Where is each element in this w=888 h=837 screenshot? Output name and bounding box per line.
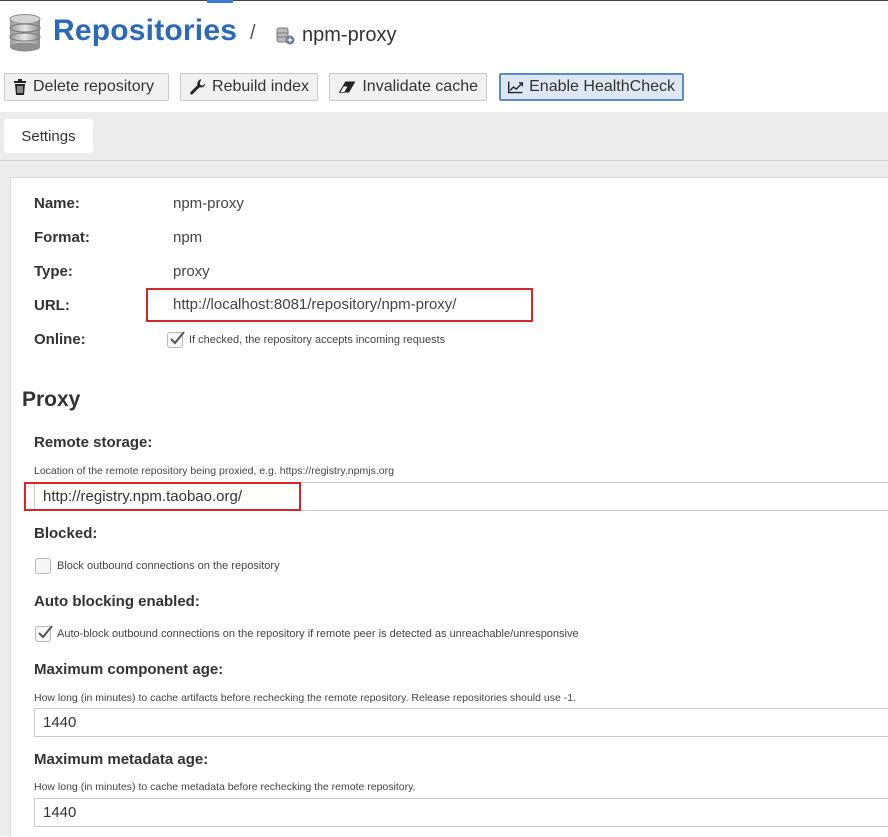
- type-label: Type:: [34, 263, 73, 280]
- checkmark-icon: [170, 331, 185, 345]
- invalidate-cache-button[interactable]: Invalidate cache: [329, 73, 487, 101]
- proxy-section-title: Proxy: [22, 388, 81, 411]
- max-component-age-input[interactable]: 1440: [34, 708, 888, 737]
- online-label: Online:: [34, 331, 86, 348]
- type-value: proxy: [173, 263, 210, 280]
- proxy-repository-icon: [276, 27, 295, 45]
- checkmark-icon: [38, 625, 53, 639]
- format-value: npm: [173, 229, 203, 246]
- url-highlight-box: [146, 288, 533, 322]
- auto-blocking-checkbox[interactable]: [35, 625, 53, 642]
- tab-settings[interactable]: Settings: [4, 119, 93, 153]
- rebuild-index-button[interactable]: Rebuild index: [180, 73, 318, 101]
- breadcrumb-current: npm-proxy: [302, 24, 397, 46]
- wrench-icon: [190, 79, 206, 95]
- eraser-icon: [338, 81, 356, 93]
- url-label: URL:: [34, 297, 70, 314]
- delete-repository-button[interactable]: Delete repository: [4, 73, 169, 101]
- rebuild-index-label: Rebuild index: [212, 78, 309, 95]
- invalidate-cache-label: Invalidate cache: [362, 78, 478, 95]
- remote-storage-help: Location of the remote repository being …: [34, 465, 394, 477]
- blocked-label: Blocked:: [34, 525, 98, 542]
- auto-blocking-description: Auto-block outbound connections on the r…: [57, 628, 579, 640]
- trash-icon: [14, 79, 26, 95]
- name-label: Name:: [34, 195, 80, 212]
- delete-repository-label: Delete repository: [33, 78, 154, 95]
- max-metadata-age-input[interactable]: 1440: [34, 798, 888, 827]
- remote-storage-highlight-box: [24, 482, 301, 511]
- format-label: Format:: [34, 229, 90, 246]
- max-component-age-label: Maximum component age:: [34, 661, 224, 678]
- page-title[interactable]: Repositories: [53, 14, 237, 48]
- max-metadata-age-help: How long (in minutes) to cache metadata …: [34, 781, 416, 793]
- enable-healthcheck-label: Enable HealthCheck: [529, 78, 675, 95]
- online-description: If checked, the repository accepts incom…: [189, 334, 446, 346]
- toolbar: Delete repository Rebuild index Invalida…: [0, 68, 888, 113]
- name-value: npm-proxy: [173, 195, 244, 212]
- tab-bar: Settings: [0, 112, 888, 161]
- auto-blocking-label: Auto blocking enabled:: [34, 593, 200, 610]
- chart-line-icon: [508, 81, 524, 94]
- breadcrumb-separator: /: [250, 22, 256, 44]
- max-component-age-help: How long (in minutes) to cache artifacts…: [34, 692, 576, 704]
- page-header: Repositories / npm-proxy: [0, 0, 888, 68]
- blocked-description: Block outbound connections on the reposi…: [57, 560, 280, 572]
- enable-healthcheck-button[interactable]: Enable HealthCheck: [499, 73, 684, 101]
- max-metadata-age-label: Maximum metadata age:: [34, 751, 209, 768]
- online-checkbox[interactable]: [167, 331, 185, 348]
- blocked-checkbox[interactable]: [35, 558, 51, 574]
- remote-storage-label: Remote storage:: [34, 434, 153, 451]
- database-icon: [9, 14, 41, 52]
